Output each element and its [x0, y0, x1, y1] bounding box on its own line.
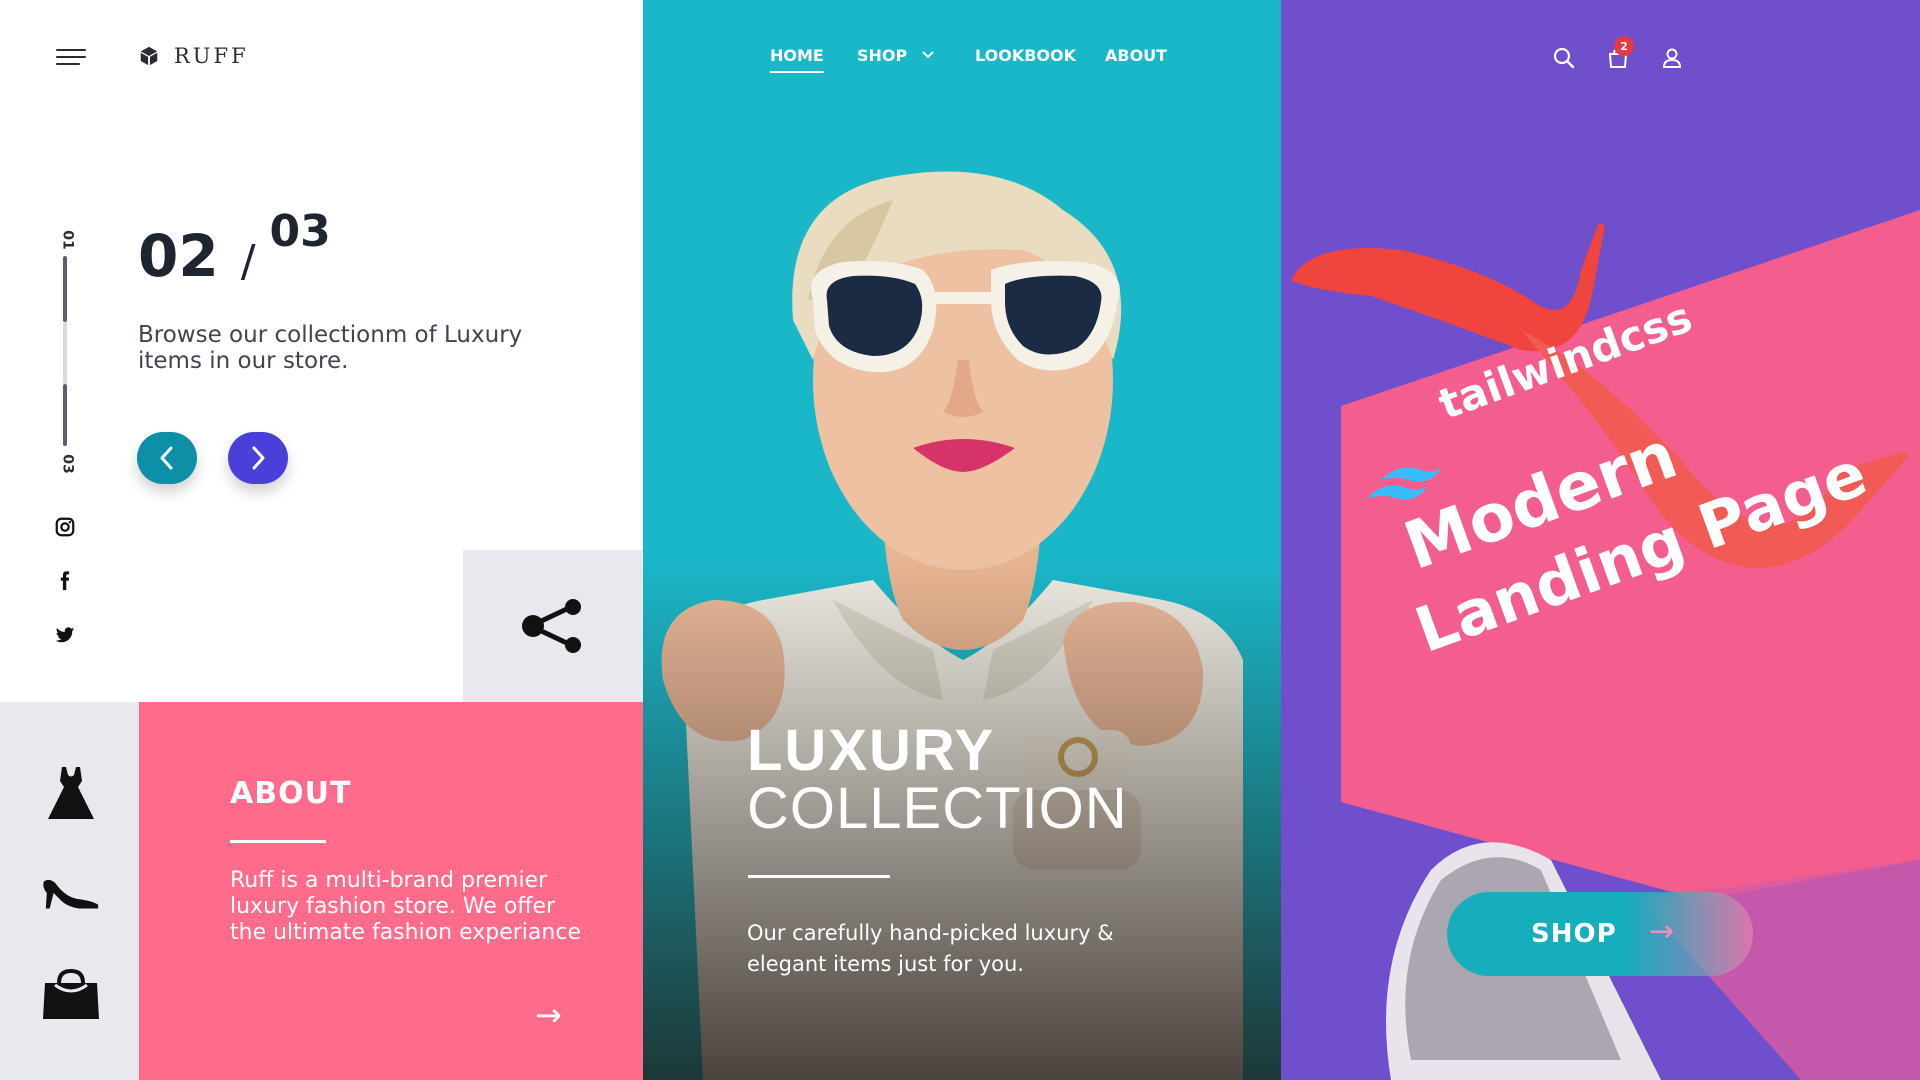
facebook-icon[interactable]: [50, 566, 80, 596]
about-arrow-link[interactable]: →: [535, 996, 562, 1034]
hero-divider: [748, 875, 890, 878]
slide-current: 02: [138, 222, 219, 290]
user-icon[interactable]: [1658, 44, 1686, 72]
progress-segment: [63, 384, 67, 446]
arrow-right-icon: →: [1649, 914, 1675, 949]
cube-icon: [140, 46, 158, 66]
hero-title-line2: COLLECTION: [747, 776, 1128, 841]
slide-description: Browse our collectionm of Luxury items i…: [138, 322, 523, 374]
about-card: ABOUT Ruff is a multi-brand premier luxu…: [139, 702, 643, 1080]
brand-logo[interactable]: RUFF: [138, 44, 249, 68]
hero-title: LUXURY COLLECTION: [747, 722, 1128, 838]
menu-icon[interactable]: [56, 49, 86, 67]
slide-start-label: 01: [59, 230, 76, 250]
about-title: ABOUT: [230, 776, 352, 811]
nav-shop[interactable]: SHOP: [857, 46, 907, 65]
chevron-down-icon[interactable]: [921, 50, 935, 60]
hero-panel: HOME SHOP LOOKBOOK ABOUT LUXURY COLLECTI…: [643, 0, 1281, 1080]
progress-segment: [63, 256, 67, 322]
category-column: [0, 702, 139, 1080]
instagram-icon[interactable]: [50, 512, 80, 542]
hero-subtitle: Our carefully hand-picked luxury & elega…: [747, 921, 1114, 976]
hero-title-line1: LUXURY: [747, 718, 996, 783]
slide-counter: 02 / 03: [138, 206, 331, 290]
share-icon: [522, 599, 581, 653]
search-icon[interactable]: [1550, 44, 1578, 72]
slide-end-label: 03: [59, 454, 76, 474]
share-button[interactable]: [463, 550, 643, 702]
slide-total: 03: [269, 206, 331, 257]
dress-icon[interactable]: [40, 762, 102, 824]
nav-home[interactable]: HOME: [770, 46, 824, 73]
shop-button-label: SHOP: [1531, 919, 1617, 949]
next-slide-button[interactable]: [228, 432, 288, 484]
prev-slide-button[interactable]: [137, 432, 197, 484]
brand-name: RUFF: [174, 44, 249, 68]
cart-count-badge: 2: [1614, 36, 1634, 56]
progress-segment: [63, 322, 67, 384]
chevron-right-icon: [252, 446, 265, 470]
nav-about[interactable]: ABOUT: [1105, 46, 1167, 65]
twitter-icon[interactable]: [50, 620, 80, 650]
chevron-left-icon: [160, 446, 173, 470]
about-divider: [230, 840, 326, 843]
bag-icon[interactable]: [40, 964, 102, 1026]
nav-lookbook[interactable]: LOOKBOOK: [975, 46, 1076, 65]
slide-separator: /: [240, 236, 256, 287]
heel-icon[interactable]: [40, 862, 102, 924]
left-panel: RUFF 01 03 02 / 03 Browse our collectionm …: [0, 0, 643, 1080]
shop-button[interactable]: SHOP →: [1447, 892, 1753, 976]
about-body: Ruff is a multi-brand premier luxury fas…: [230, 868, 581, 945]
